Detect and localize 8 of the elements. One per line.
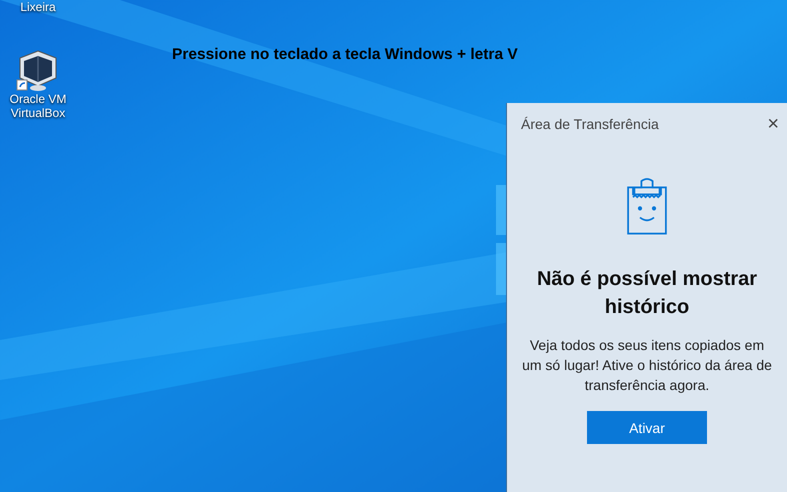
desktop-icon-label[interactable]: Oracle VM VirtualBox [8,92,68,120]
panel-title: Área de Transferência [521,116,659,132]
activate-button[interactable]: Ativar [587,411,707,444]
close-button[interactable]: × [765,115,781,133]
instruction-text: Pressione no teclado a tecla Windows + letra V [172,46,518,64]
panel-message: Veja todos os seus itens copiados em um só lugar! Ative o histórico da área de transferência agora. [521,336,773,395]
desktop-icon-label[interactable]: Lixeira [8,0,68,14]
panel-heading: Não é possível mostrar histórico [536,267,758,320]
